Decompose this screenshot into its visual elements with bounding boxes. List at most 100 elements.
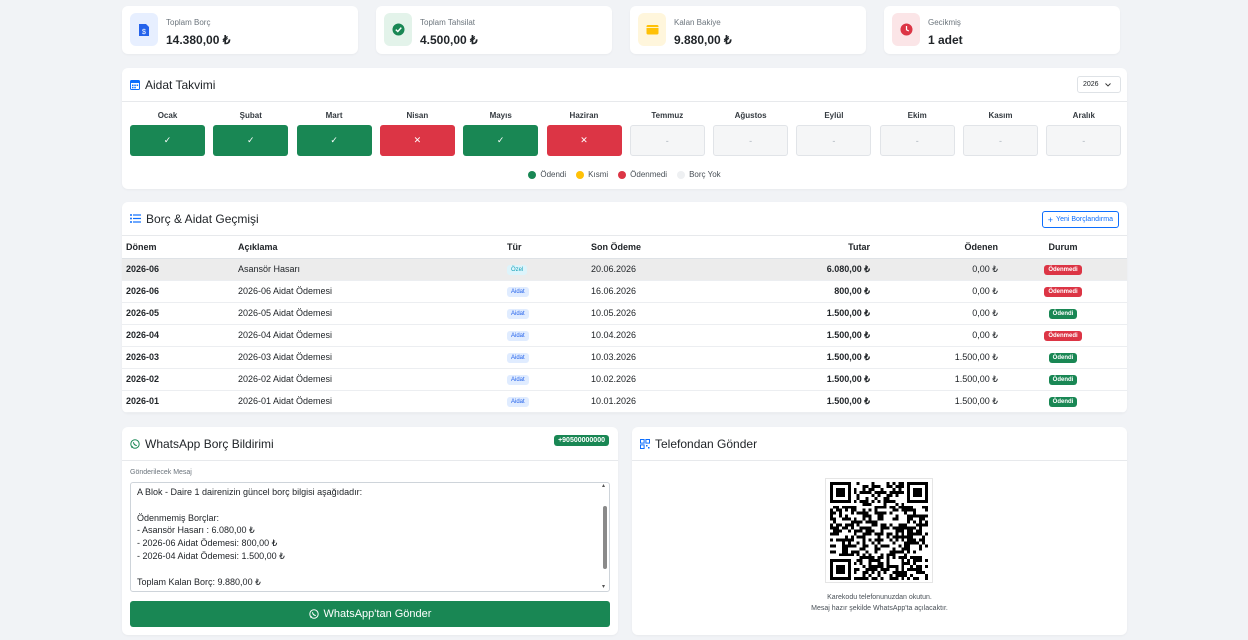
type-badge: Özel (507, 265, 528, 275)
table-row[interactable]: 2026-05 2026-05 Aidat Ödemesi Aidat 10.0… (122, 302, 1127, 325)
month-status-box[interactable]: - (1046, 125, 1122, 156)
send-whatsapp-label: WhatsApp'tan Gönder (323, 608, 432, 620)
col-description: Açıklama (238, 236, 507, 259)
month-label: Temmuz (651, 111, 684, 120)
year-select[interactable]: 2026 (1077, 76, 1121, 93)
month-status-box[interactable]: ✓ (130, 125, 205, 156)
chevron-down-icon (1104, 82, 1111, 87)
cell-amount: 6.080,00 ₺ (711, 258, 870, 281)
qr-code (825, 478, 933, 583)
cell-period: 2026-01 (122, 390, 238, 413)
status-badge: Ödendi (1048, 309, 1078, 319)
year-value: 2026 (1083, 81, 1099, 88)
month-status-mark: ✓ (247, 135, 255, 145)
cell-status: Ödenmedi (998, 258, 1127, 281)
stat-icon-box (638, 13, 666, 46)
history-title: Borç & Aidat Geçmişi (146, 211, 259, 226)
cell-description: Asansör Hasarı (238, 258, 507, 281)
month-status-mark: - (915, 135, 919, 146)
legend-item: Ödenmedi (618, 170, 667, 179)
cell-paid: 0,00 ₺ (870, 324, 998, 347)
cell-paid: 0,00 ₺ (870, 302, 998, 325)
month-status-mark: - (832, 135, 836, 146)
dollar-file-icon: $ (138, 23, 150, 37)
history-header: Borç & Aidat Geçmişi + Yeni Borçlandırma (122, 202, 1127, 236)
month-status-box[interactable]: - (963, 125, 1038, 156)
col-period: Dönem (122, 236, 238, 259)
stat-label: Toplam Tahsilat (420, 18, 475, 27)
month-status-mark: ✕ (413, 135, 422, 145)
col-type: Tür (507, 236, 591, 259)
cell-type: Aidat (507, 368, 591, 391)
col-status: Durum (998, 236, 1127, 259)
phone-badge: +90500000000 (554, 435, 609, 446)
new-debt-label: Yeni Borçlandırma (1056, 216, 1113, 223)
month-status-box[interactable]: ✕ (379, 125, 455, 156)
cell-status: Ödenmedi (998, 280, 1127, 303)
table-row[interactable]: 2026-06 Asansör Hasarı Özel 20.06.2026 6… (122, 258, 1127, 281)
message-label: Gönderilecek Mesaj (130, 469, 192, 476)
type-badge: Aidat (507, 331, 529, 341)
month-status-box[interactable]: - (629, 125, 705, 156)
table-row[interactable]: 2026-04 2026-04 Aidat Ödemesi Aidat 10.0… (122, 324, 1127, 347)
month-status-mark: ✓ (496, 135, 505, 145)
cell-status: Ödenmedi (998, 324, 1127, 347)
table-header-row: Dönem Açıklama Tür Son Ödeme Tutar Ödene… (122, 236, 1127, 259)
month-status-mark: ✓ (163, 135, 172, 145)
debt-history-card: Borç & Aidat Geçmişi + Yeni Borçlandırma … (122, 202, 1127, 413)
phone-send-header: Telefondan Gönder (632, 427, 1127, 461)
cell-last-payment: 20.06.2026 (591, 258, 711, 281)
cell-period: 2026-02 (122, 368, 238, 391)
cell-type: Aidat (507, 346, 591, 369)
legend-item: Kısmi (576, 170, 608, 179)
month-status-box[interactable]: ✓ (296, 125, 372, 156)
table-row[interactable]: 2026-02 2026-02 Aidat Ödemesi Aidat 10.0… (122, 368, 1127, 391)
col-last-payment: Son Ödeme (591, 236, 711, 259)
cell-type: Aidat (507, 302, 591, 325)
month-status-mark: - (1082, 135, 1086, 146)
cell-type: Aidat (507, 390, 591, 413)
phone-send-title: Telefondan Gönder (655, 436, 758, 451)
phone-send-card: Telefondan Gönder Karekodu telefonunuzda… (632, 427, 1127, 635)
legend-item: Borç Yok (677, 170, 721, 179)
month-status-box[interactable]: - (713, 125, 789, 156)
month-label: Şubat (239, 111, 262, 120)
stat-icon-box (892, 13, 920, 46)
message-textarea[interactable] (130, 482, 610, 592)
history-table: Dönem Açıklama Tür Son Ödeme Tutar Ödene… (122, 236, 1127, 413)
calendar-icon (130, 80, 140, 90)
cell-amount: 1.500,00 ₺ (711, 324, 870, 347)
table-row[interactable]: 2026-06 2026-06 Aidat Ödemesi Aidat 16.0… (122, 280, 1127, 303)
month-status-mark: ✓ (330, 135, 338, 145)
new-debt-button[interactable]: + Yeni Borçlandırma (1041, 211, 1119, 228)
cell-period: 2026-03 (122, 346, 238, 369)
table-row[interactable]: 2026-01 2026-01 Aidat Ödemesi Aidat 10.0… (122, 390, 1127, 413)
send-whatsapp-button[interactable]: WhatsApp'tan Gönder (130, 601, 610, 627)
list-icon (130, 214, 141, 223)
month-status-mark: - (665, 135, 669, 146)
month-status-box[interactable]: ✕ (546, 125, 622, 156)
status-badge: Ödendi (1048, 375, 1078, 385)
table-row[interactable]: 2026-03 2026-03 Aidat Ödemesi Aidat 10.0… (122, 346, 1127, 369)
month-label: Aralık (1072, 111, 1095, 120)
cell-description: 2026-04 Aidat Ödemesi (238, 324, 507, 347)
stat-icon-box: $ (130, 13, 158, 46)
cell-period: 2026-06 (122, 280, 238, 303)
month-status-box[interactable]: ✓ (463, 125, 539, 156)
cell-last-payment: 10.01.2026 (591, 390, 711, 413)
cell-description: 2026-03 Aidat Ödemesi (238, 346, 507, 369)
month-label: Mart (325, 111, 343, 120)
col-amount: Tutar (711, 236, 870, 259)
cell-description: 2026-05 Aidat Ödemesi (238, 302, 507, 325)
cell-last-payment: 10.02.2026 (591, 368, 711, 391)
status-badge: Ödenmedi (1044, 265, 1082, 275)
status-badge: Ödendi (1048, 397, 1078, 407)
month-status-box[interactable]: - (796, 125, 872, 156)
whatsapp-title: WhatsApp Borç Bildirimi (145, 436, 274, 451)
type-badge: Aidat (507, 309, 529, 319)
month-label: Haziran (569, 111, 599, 120)
month-status-box[interactable]: ✓ (213, 125, 289, 156)
textarea-scrollbar[interactable]: ▴ ▾ (601, 483, 609, 591)
type-badge: Aidat (507, 375, 529, 385)
month-status-box[interactable]: - (879, 125, 955, 156)
